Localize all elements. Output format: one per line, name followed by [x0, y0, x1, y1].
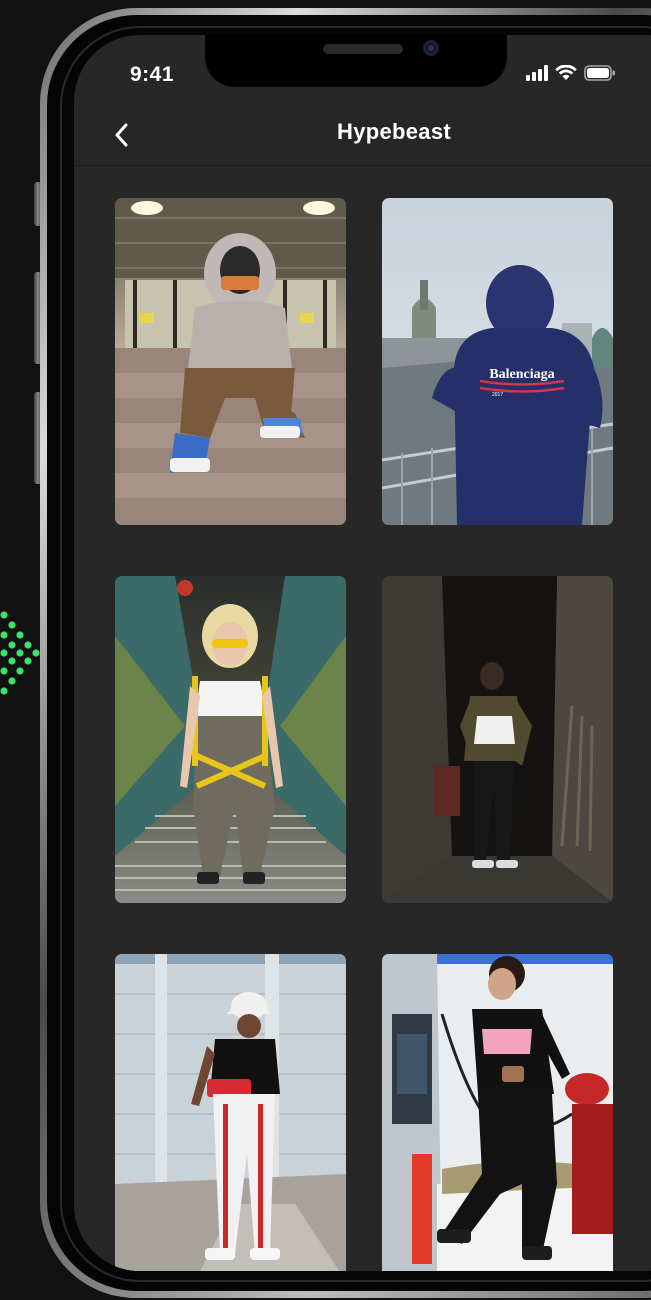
page: 9:41 Hypebeast Balenciaga 2017 — [0, 0, 651, 1300]
green-dots-decoration — [0, 611, 40, 695]
status-time: 9:41 — [130, 63, 175, 86]
photo-5-image — [115, 954, 346, 1271]
front-camera — [423, 40, 439, 56]
photo-3-image — [115, 576, 346, 903]
phone-screen: 9:41 Hypebeast Balenciaga 2017 — [74, 35, 651, 1271]
photo-card-6[interactable] — [382, 954, 613, 1271]
photo-card-1[interactable] — [115, 198, 346, 525]
status-icons — [526, 63, 616, 83]
speaker-grille — [323, 44, 403, 54]
photo-card-3[interactable] — [115, 576, 346, 903]
photo-6-image — [382, 954, 613, 1271]
notch — [205, 35, 507, 87]
page-title: Hypebeast — [337, 119, 451, 144]
balenciaga-text: Balenciaga — [489, 367, 554, 382]
photo-card-2[interactable]: Balenciaga 2017 — [382, 198, 613, 525]
battery-icon — [584, 65, 615, 81]
navigation-bar: Hypebeast — [74, 103, 651, 166]
photo-card-5[interactable] — [115, 954, 346, 1271]
photo-2-image: Balenciaga 2017 — [382, 198, 613, 525]
photo-4-image — [382, 576, 613, 903]
balenciaga-subtext: 2017 — [492, 392, 503, 398]
wifi-icon — [555, 65, 577, 80]
photo-1-image — [115, 198, 346, 525]
signal-icon — [526, 65, 548, 81]
photo-card-4[interactable] — [382, 576, 613, 903]
photo-grid: Balenciaga 2017 — [115, 198, 613, 1271]
